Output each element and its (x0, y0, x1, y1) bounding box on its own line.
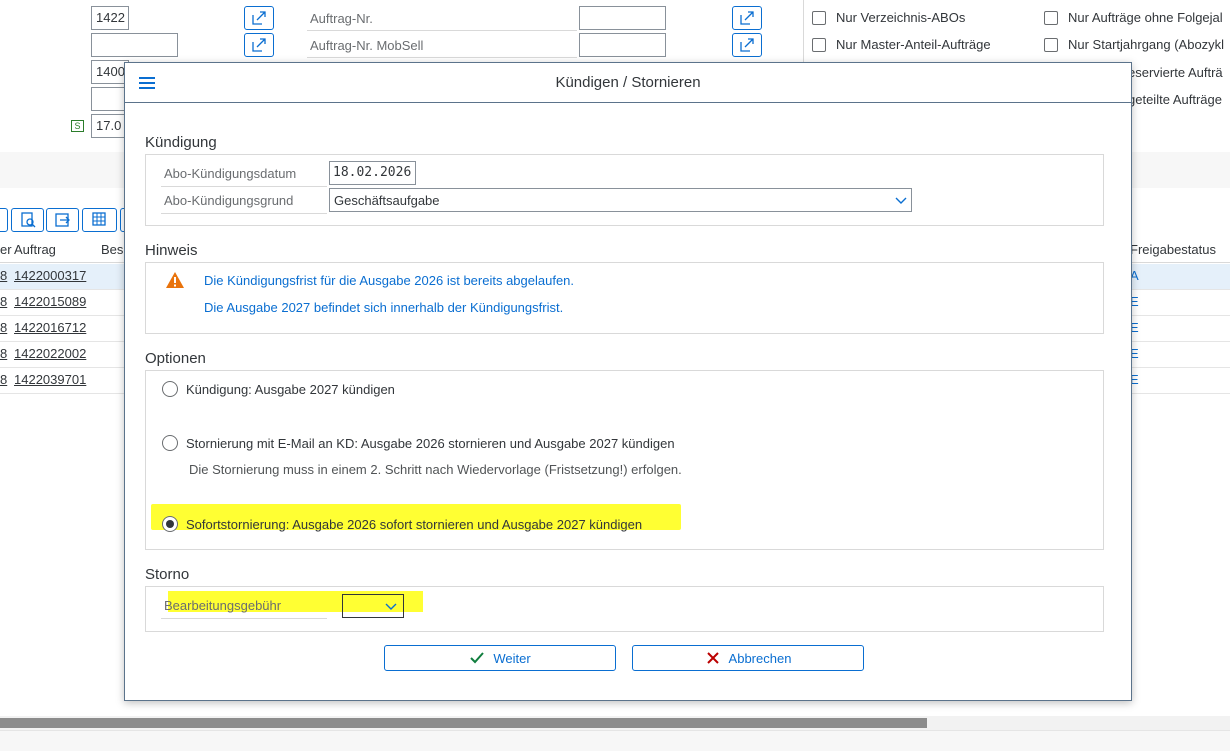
label-underline (161, 618, 327, 619)
layout-button[interactable] (82, 208, 117, 232)
option-sofortstornierung[interactable]: Sofortstornierung: Ausgabe 2026 sofort s… (162, 516, 642, 532)
section-title-hinweis: Hinweis (145, 242, 198, 259)
toolbar-button[interactable] (0, 208, 8, 232)
weiter-button[interactable]: Weiter (384, 645, 616, 671)
checkbox-box[interactable] (812, 10, 826, 25)
field-row2[interactable] (91, 33, 178, 57)
auftrag-nr-label: Auftrag-Nr. (310, 11, 373, 26)
s-icon: S (71, 120, 84, 132)
scrollbar-thumb[interactable] (0, 718, 927, 728)
storno-group: Bearbeitungsgebühr (145, 586, 1104, 632)
bearbeitungsgebuehr-select[interactable] (342, 594, 404, 618)
open-link-button[interactable] (244, 6, 274, 30)
chevron-down-icon (385, 603, 397, 610)
checkmark-icon (470, 652, 485, 664)
export-icon (54, 213, 70, 227)
checkbox-label: Nur Aufträge ohne Folgejal (1068, 10, 1223, 25)
close-icon (706, 652, 719, 664)
external-link-icon (252, 11, 266, 25)
checkbox-label: Nur Master-Anteil-Aufträge (836, 37, 991, 52)
column-header-bes[interactable]: Bes (101, 242, 123, 257)
option-note: Die Stornierung muss in einem 2. Schritt… (189, 462, 682, 477)
dialog-header: Kündigen / Stornieren (125, 63, 1131, 103)
kuendigungsdatum-label: Abo-Kündigungsdatum (164, 166, 297, 181)
auftrag-link[interactable]: 1422000317 (14, 268, 86, 283)
option-label: Stornierung mit E-Mail an KD: Ausgabe 20… (186, 435, 675, 451)
section-title-storno: Storno (145, 566, 190, 583)
row-prefix[interactable]: 8 (0, 320, 7, 335)
kuendigungsgrund-value: Geschäftsaufgabe (334, 193, 440, 208)
row-prefix[interactable]: 8 (0, 372, 7, 387)
kuendigung-group: Abo-Kündigungsdatum 18.02.2026 Abo-Kündi… (145, 154, 1104, 226)
kuendigungsgrund-label: Abo-Kündigungsgrund (164, 193, 294, 208)
option-label: Kündigung: Ausgabe 2027 kündigen (186, 381, 395, 397)
label-underline (307, 57, 577, 58)
kuendigungsdatum-field[interactable]: 18.02.2026 (329, 161, 416, 185)
checkbox-label: geteilte Aufträge (1128, 92, 1222, 107)
auftrag-link[interactable]: 1422015089 (14, 294, 86, 309)
column-header-freigabestatus[interactable]: Freigabestatus (1130, 242, 1216, 257)
document-search-icon (20, 212, 35, 228)
external-link-icon (740, 38, 754, 52)
label-underline (161, 213, 327, 214)
section-title-kuendigung: Kündigung (145, 134, 217, 151)
row-prefix[interactable]: 8 (0, 294, 7, 309)
bearbeitungsgebuehr-label: Bearbeitungsgebühr (164, 598, 282, 613)
auftrag-link[interactable]: 1422022002 (14, 346, 86, 361)
auftrag-nr-mobsell-field[interactable] (579, 33, 666, 57)
option-kuendigung[interactable]: Kündigung: Ausgabe 2027 kündigen (162, 381, 395, 397)
section-title-optionen: Optionen (145, 350, 206, 367)
field-row1[interactable]: 1422 (91, 6, 129, 30)
external-link-icon (740, 11, 754, 25)
label-underline (161, 186, 327, 187)
checkbox-label: Nur Verzeichnis-ABOs (836, 10, 966, 25)
chevron-down-icon (895, 197, 907, 204)
optionen-group: Kündigung: Ausgabe 2027 kündigen Stornie… (145, 370, 1104, 550)
auftrag-link[interactable]: 1422039701 (14, 372, 86, 387)
checkbox-label: Nur Startjahrgang (Abozykl (1068, 37, 1225, 52)
option-stornierung-email[interactable]: Stornierung mit E-Mail an KD: Ausgabe 20… (162, 435, 675, 451)
checkbox-startjahrgang[interactable]: Nur Startjahrgang (Abozykl (1044, 37, 1224, 52)
auftrag-link[interactable]: 1422016712 (14, 320, 86, 335)
export-button[interactable] (46, 208, 79, 232)
abbrechen-label: Abbrechen (728, 650, 792, 666)
grid-icon (91, 212, 106, 226)
dialog-title: Kündigen / Stornieren (555, 74, 701, 91)
external-link-icon (252, 38, 266, 52)
checkbox-label: eservierte Aufträ (1128, 65, 1223, 80)
checkbox-master-anteil[interactable]: Nur Master-Anteil-Aufträge (812, 37, 991, 52)
hint-line-1: Die Kündigungsfrist für die Ausgabe 2026… (204, 273, 575, 288)
details-button[interactable] (11, 208, 44, 232)
row-prefix[interactable]: 8 (0, 346, 7, 361)
checkbox-geteilte[interactable]: geteilte Aufträge (1128, 92, 1222, 107)
column-header-auftrag[interactable]: Auftrag (14, 242, 56, 257)
checkbox-box[interactable] (1044, 10, 1058, 25)
open-link-button[interactable] (732, 6, 762, 30)
hint-line-2: Die Ausgabe 2027 befindet sich innerhalb… (204, 300, 564, 315)
radio-button[interactable] (162, 435, 178, 451)
option-label: Sofortstornierung: Ausgabe 2026 sofort s… (186, 516, 643, 532)
auftrag-nr-field[interactable] (579, 6, 666, 30)
checkbox-ohne-folgejahr[interactable]: Nur Aufträge ohne Folgejal (1044, 10, 1223, 25)
open-link-button[interactable] (244, 33, 274, 57)
hinweis-group: Die Kündigungsfrist für die Ausgabe 2026… (145, 262, 1104, 334)
section-divider (803, 0, 804, 62)
radio-button-selected[interactable] (162, 516, 178, 532)
checkbox-reservierte[interactable]: eservierte Aufträ (1128, 65, 1223, 80)
label-underline (307, 30, 577, 31)
auftrag-nr-mobsell-label: Auftrag-Nr. MobSell (310, 38, 424, 53)
warning-icon (166, 272, 184, 288)
open-link-button[interactable] (732, 33, 762, 57)
column-header[interactable]: er (0, 242, 12, 257)
radio-button[interactable] (162, 381, 178, 397)
checkbox-box[interactable] (812, 37, 826, 52)
row-prefix[interactable]: 8 (0, 268, 7, 283)
checkbox-box[interactable] (1044, 37, 1058, 52)
abbrechen-button[interactable]: Abbrechen (632, 645, 864, 671)
status-bar (0, 730, 1230, 751)
kuendigungsgrund-select[interactable]: Geschäftsaufgabe (329, 188, 912, 212)
kuendigen-dialog: Kündigen / Stornieren Kündigung Abo-Künd… (124, 62, 1132, 701)
weiter-label: Weiter (493, 650, 531, 666)
checkbox-verzeichnis-abos[interactable]: Nur Verzeichnis-ABOs (812, 10, 965, 25)
